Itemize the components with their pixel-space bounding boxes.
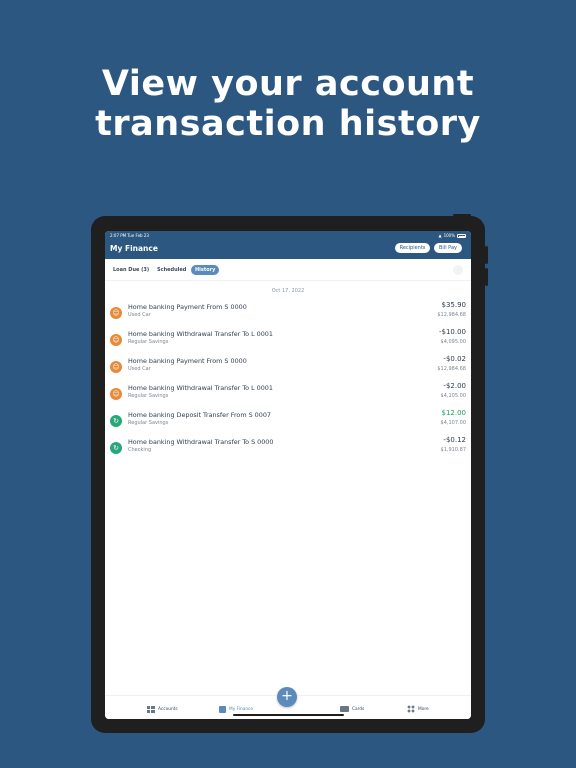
transaction-row[interactable]: ☺ Home banking Withdrawal Transfer To L … xyxy=(105,380,471,407)
transaction-balance: $4,105.00 xyxy=(440,393,466,399)
tablet-volume-up xyxy=(485,246,488,264)
nav-my-finance[interactable]: My Finance xyxy=(219,705,253,713)
person-icon: ☺ xyxy=(110,388,122,400)
transaction-title: Home banking Withdrawal Transfer To L 00… xyxy=(128,330,273,338)
tablet-top-button xyxy=(453,214,471,217)
battery-icon xyxy=(457,234,466,238)
person-icon: ☺ xyxy=(110,334,122,346)
date-header: Oct 17, 2022 xyxy=(271,288,305,294)
transaction-account: Used Car xyxy=(128,312,151,318)
transaction-row[interactable]: ↻ Home banking Deposit Transfer From S 0… xyxy=(105,407,471,434)
tablet-volume-down xyxy=(485,268,488,286)
home-indicator xyxy=(233,714,344,716)
accounts-icon xyxy=(147,705,155,713)
transaction-balance: $12,984.68 xyxy=(437,366,466,372)
transfer-icon: ↻ xyxy=(110,442,122,454)
transaction-amount: -$10.00 xyxy=(438,328,466,336)
transaction-row[interactable]: ☺ Home banking Payment From S 0000 Used … xyxy=(105,299,471,326)
transfer-icon: ↻ xyxy=(110,415,122,427)
person-icon: ☺ xyxy=(110,361,122,373)
page-title: My Finance xyxy=(110,244,158,253)
plus-icon: + xyxy=(281,688,293,704)
nav-more-label: More xyxy=(418,706,429,712)
transaction-amount: -$0.12 xyxy=(443,436,466,444)
nav-accounts[interactable]: Accounts xyxy=(147,705,178,713)
transaction-account: Regular Savings xyxy=(128,420,169,426)
transaction-account: Checking xyxy=(128,447,152,453)
finance-icon xyxy=(219,705,226,713)
nav-accounts-label: Accounts xyxy=(158,706,178,712)
transaction-title: Home banking Withdrawal Transfer To L 00… xyxy=(128,384,273,392)
person-icon: ☺ xyxy=(110,307,122,319)
tab-scheduled[interactable]: Scheduled xyxy=(157,265,186,275)
transaction-balance: $12,984.68 xyxy=(437,312,466,318)
transaction-title: Home banking Payment From S 0000 xyxy=(128,357,247,365)
transaction-title: Home banking Deposit Transfer From S 000… xyxy=(128,411,271,419)
transaction-list: ☺ Home banking Payment From S 0000 Used … xyxy=(105,299,471,461)
transaction-row[interactable]: ☺ Home banking Withdrawal Transfer To L … xyxy=(105,326,471,353)
transaction-amount: $12.00 xyxy=(441,409,467,417)
status-bar: 2:07 PM Tue Feb 23 ▲ 100% xyxy=(110,233,466,239)
battery-percent: 100% xyxy=(443,233,455,238)
headline: View your account transaction history xyxy=(0,64,576,144)
status-right: ▲ 100% xyxy=(438,233,466,239)
filter-button[interactable] xyxy=(453,265,463,275)
bill-pay-button[interactable]: Bill Pay xyxy=(434,243,462,253)
nav-my-finance-label: My Finance xyxy=(229,706,254,712)
recipients-button[interactable]: Recipients xyxy=(395,243,430,253)
transaction-balance: $4,107.00 xyxy=(440,420,466,426)
add-button[interactable]: + xyxy=(277,687,297,707)
grid-icon xyxy=(407,705,415,713)
transaction-account: Regular Savings xyxy=(128,339,169,345)
tab-history[interactable]: History xyxy=(191,265,220,275)
transaction-balance: $4,095.00 xyxy=(440,339,466,345)
transaction-amount: -$2.00 xyxy=(443,382,466,390)
headline-line-1: View your account xyxy=(101,64,475,104)
transaction-account: Regular Savings xyxy=(128,393,169,399)
app-screen: 2:07 PM Tue Feb 23 ▲ 100% My Finance Rec… xyxy=(105,231,471,719)
transaction-balance: $1,910.87 xyxy=(440,447,466,453)
transaction-amount: -$0.02 xyxy=(443,355,466,363)
nav-more[interactable]: More xyxy=(407,705,429,713)
status-time: 2:07 PM Tue Feb 23 xyxy=(110,233,149,238)
transaction-row[interactable]: ☺ Home banking Payment From S 0000 Used … xyxy=(105,353,471,380)
nav-cards-label: Cards xyxy=(352,706,365,712)
transaction-title: Home banking Withdrawal Transfer To S 00… xyxy=(128,438,274,446)
nav-cards[interactable]: Cards xyxy=(340,705,364,713)
tab-loan-due[interactable]: Loan Due (3) xyxy=(113,265,149,275)
tab-bar: Loan Due (3) Scheduled History xyxy=(105,259,471,281)
app-header: 2:07 PM Tue Feb 23 ▲ 100% My Finance Rec… xyxy=(105,231,471,259)
transaction-row[interactable]: ↻ Home banking Withdrawal Transfer To S … xyxy=(105,434,471,461)
transaction-account: Used Car xyxy=(128,366,151,372)
wifi-icon: ▲ xyxy=(438,233,442,238)
headline-line-2: transaction history xyxy=(95,104,481,144)
transaction-amount: $35.90 xyxy=(441,301,467,309)
transaction-title: Home banking Payment From S 0000 xyxy=(128,303,247,311)
card-icon xyxy=(340,706,349,712)
